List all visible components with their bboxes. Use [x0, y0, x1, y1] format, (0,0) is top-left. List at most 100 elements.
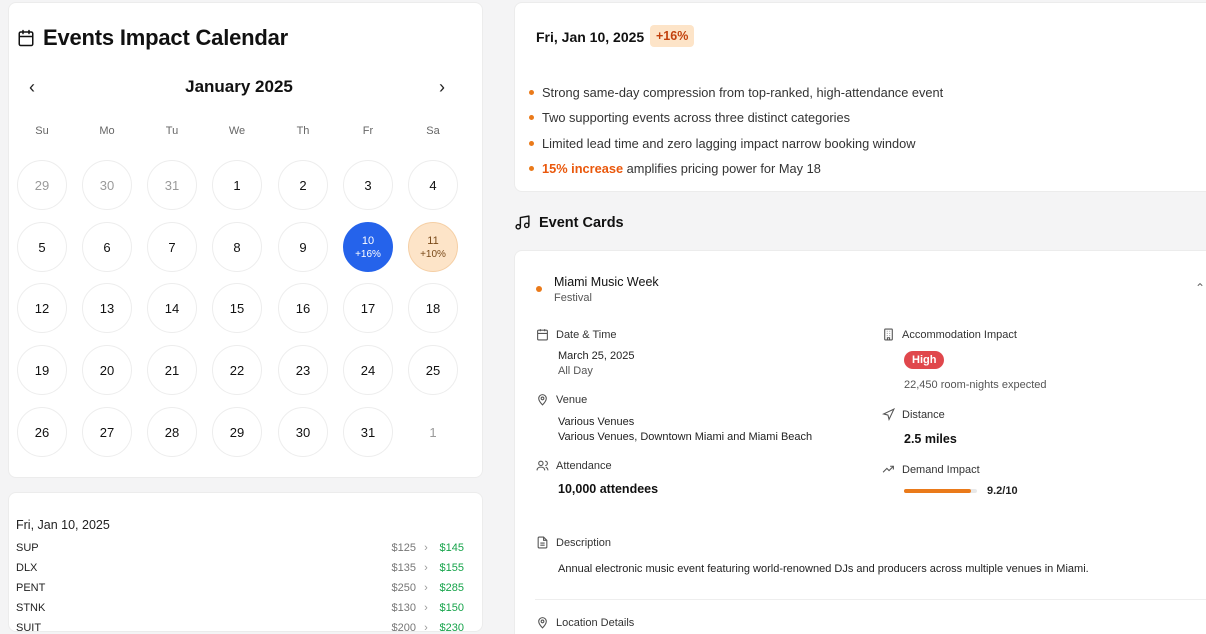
bullet-dot-icon [529, 115, 534, 120]
weekday-label: Fr [362, 125, 374, 137]
day-number: 22 [229, 362, 245, 378]
calendar-day[interactable]: 5 [17, 222, 67, 272]
music-note-icon [514, 214, 531, 231]
weekday-label: We [228, 125, 246, 137]
trending-up-icon [882, 463, 895, 476]
distance-label: Distance [882, 408, 945, 421]
document-icon [536, 536, 549, 549]
day-number: 4 [429, 177, 437, 193]
new-rate: $155 [439, 562, 464, 574]
day-number: 29 [34, 177, 50, 193]
new-rate: $150 [439, 602, 464, 614]
day-number: 18 [425, 300, 441, 316]
month-label: January 2025 [185, 77, 293, 96]
calendar-day[interactable]: 3 [343, 160, 393, 210]
day-number: 25 [425, 362, 441, 378]
bullet-dot-icon [529, 166, 534, 171]
calendar-day[interactable]: 30 [278, 407, 328, 457]
calendar-day[interactable]: 25 [408, 345, 458, 395]
old-rate: $125 [391, 542, 416, 554]
calendar-day[interactable]: 26 [17, 407, 67, 457]
calendar-day[interactable]: 7 [147, 222, 197, 272]
day-number: 11 [427, 234, 439, 247]
rate-row: PENT $250 › $285 [16, 582, 464, 594]
day-number: 20 [99, 362, 115, 378]
calendar-day[interactable]: 9 [278, 222, 328, 272]
calendar-day[interactable]: 21 [147, 345, 197, 395]
calendar-day[interactable]: 29 [212, 407, 262, 457]
accommodation-label: Accommodation Impact [882, 328, 1017, 341]
calendar-title: Events Impact Calendar [43, 25, 289, 50]
calendar-day[interactable]: 10 +16% [343, 222, 393, 272]
calendar-day[interactable]: 27 [82, 407, 132, 457]
day-number: 31 [360, 424, 376, 440]
new-rate: $145 [439, 542, 464, 554]
day-number: 3 [364, 177, 372, 193]
calendar-day[interactable]: 29 [17, 160, 67, 210]
chevron-right-icon: › [424, 602, 428, 614]
calendar-day[interactable]: 17 [343, 283, 393, 333]
event-date: March 25, 2025 [558, 350, 635, 362]
day-number: 31 [164, 177, 180, 193]
calendar-day[interactable]: 22 [212, 345, 262, 395]
calendar-day[interactable]: 4 [408, 160, 458, 210]
calendar-day[interactable]: 20 [82, 345, 132, 395]
weekday-label: Th [296, 125, 310, 137]
old-rate: $200 [391, 622, 416, 632]
calendar-day[interactable]: 12 [17, 283, 67, 333]
day-number: 29 [229, 424, 245, 440]
calendar-day[interactable]: 31 [343, 407, 393, 457]
calendar-day[interactable]: 18 [408, 283, 458, 333]
calendar-day[interactable]: 16 [278, 283, 328, 333]
day-number: 16 [295, 300, 311, 316]
day-number: 12 [34, 300, 50, 316]
rates-card: Fri, Jan 10, 2025 SUP $125 › $145 DLX $135 › $1… [8, 492, 483, 632]
bullet-dot-icon [529, 141, 534, 146]
day-impact-pct: +16% [355, 248, 381, 260]
day-number: 7 [168, 239, 176, 255]
day-number: 13 [99, 300, 115, 316]
chevron-right-icon: › [424, 542, 428, 554]
calendar-day[interactable]: 28 [147, 407, 197, 457]
calendar-day[interactable]: 8 [212, 222, 262, 272]
day-number: 30 [295, 424, 311, 440]
summary-highlight: 15% increase [542, 161, 624, 176]
building-icon [882, 328, 895, 341]
calendar-day[interactable]: 23 [278, 345, 328, 395]
calendar-day[interactable]: 31 [147, 160, 197, 210]
venue-detail: Various Venues, Downtown Miami and Miami… [558, 431, 813, 443]
calendar-day[interactable]: 24 [343, 345, 393, 395]
demand-bar-fill [904, 489, 972, 493]
venue-label: Venue [536, 393, 587, 406]
calendar-day[interactable]: 15 [212, 283, 262, 333]
calendar-day[interactable]: 6 [82, 222, 132, 272]
next-month-button[interactable]: › [439, 77, 445, 98]
day-number: 28 [164, 424, 180, 440]
calendar-day[interactable]: 30 [82, 160, 132, 210]
day-number: 15 [229, 300, 245, 316]
event-name: Miami Music Week [554, 275, 659, 289]
demand-label: Demand Impact [882, 463, 980, 476]
location-details-label[interactable]: Location Details [536, 616, 634, 629]
chevron-right-icon: › [424, 562, 428, 574]
room-type: SUP [16, 542, 39, 554]
divider [535, 599, 1206, 600]
day-number: 26 [34, 424, 50, 440]
venue-name: Various Venues [558, 416, 635, 428]
event-description: Annual electronic music event featuring … [558, 563, 1089, 575]
chevron-right-icon: › [424, 582, 428, 594]
calendar-heading: Events Impact Calendar [17, 25, 288, 51]
calendar-day[interactable]: 1 [212, 160, 262, 210]
calendar-day[interactable]: 19 [17, 345, 67, 395]
calendar-day[interactable]: 14 [147, 283, 197, 333]
calendar-day[interactable]: 2 [278, 160, 328, 210]
calendar-day[interactable]: 13 [82, 283, 132, 333]
collapse-chevron-icon[interactable]: ⌃ [1195, 281, 1205, 295]
calendar-day[interactable]: 1 [408, 407, 458, 457]
weekday-label: Sa [426, 125, 440, 137]
summary-bullet: Strong same-day compression from top-ran… [529, 85, 943, 100]
day-number: 23 [295, 362, 311, 378]
event-card: Miami Music Week Festival ⌃ Date & Time … [514, 250, 1206, 634]
calendar-day[interactable]: 11 +10% [408, 222, 458, 272]
day-impact-pct: +10% [420, 248, 446, 260]
